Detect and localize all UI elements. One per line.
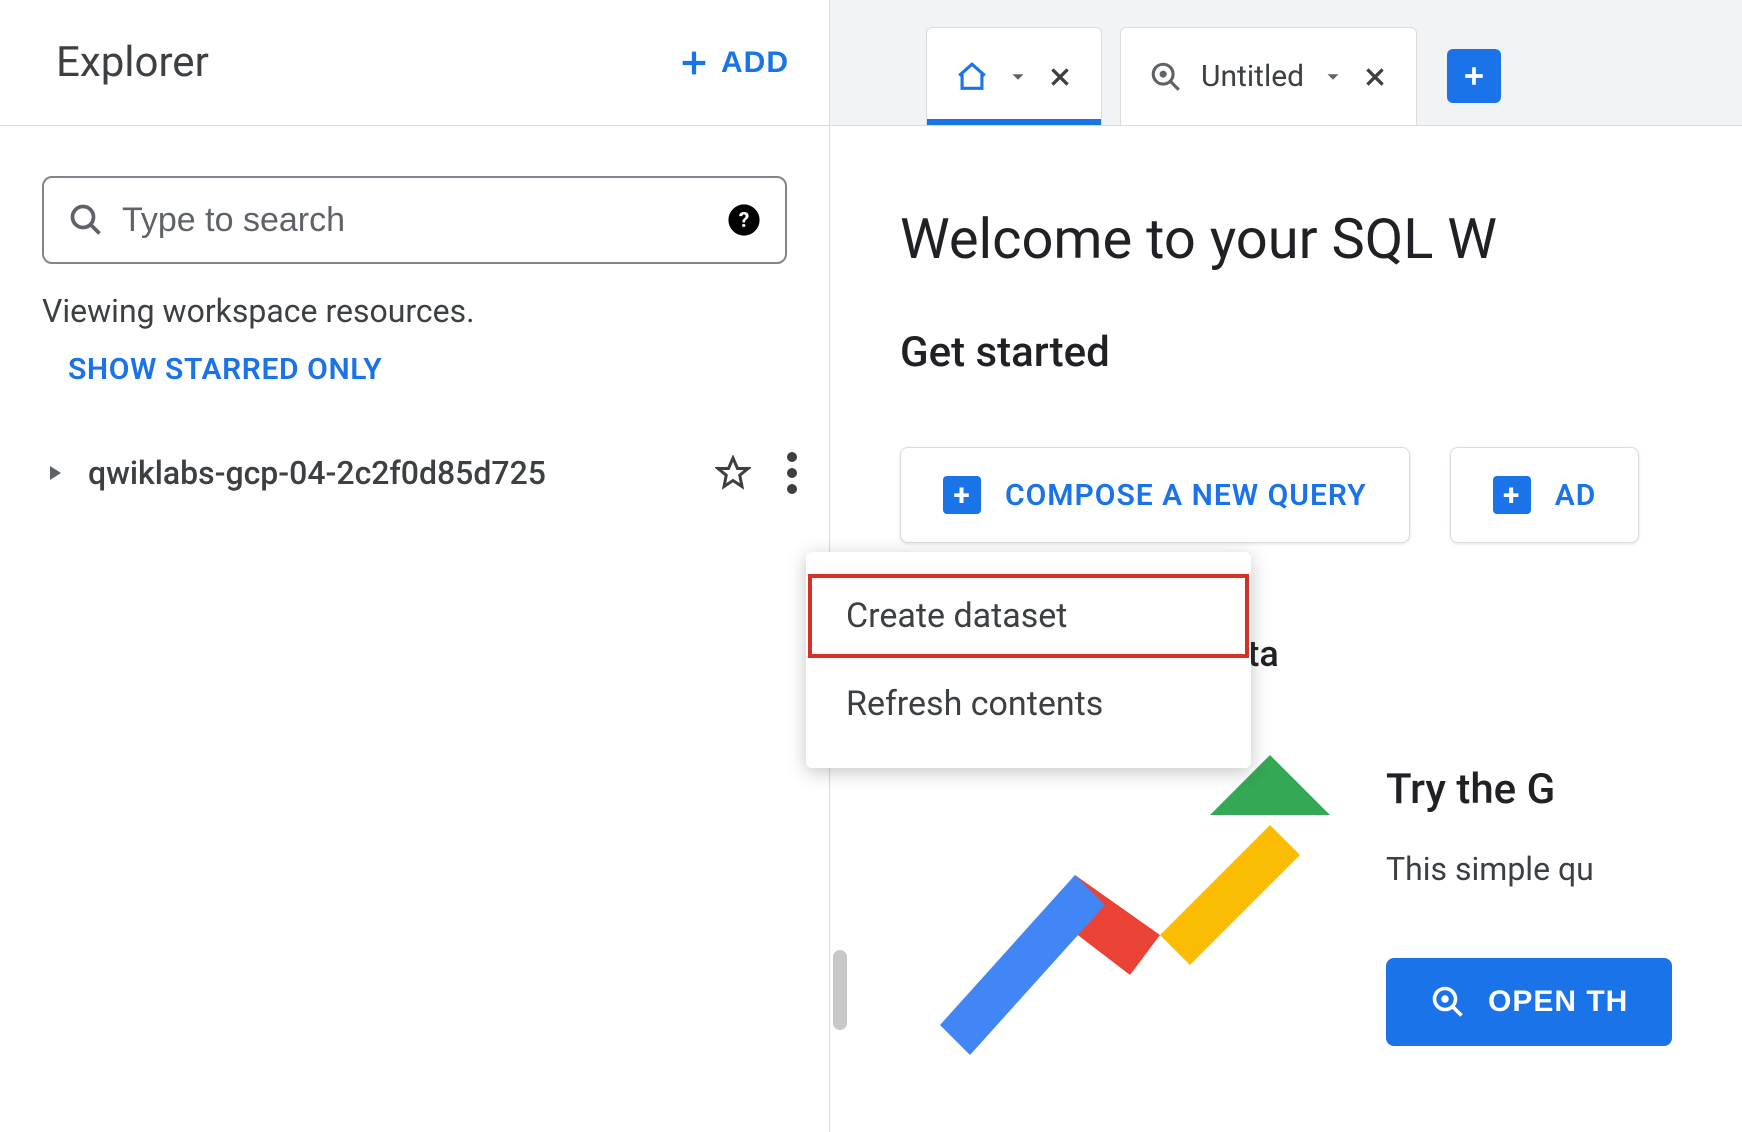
show-starred-only-button[interactable]: SHOW STARRED ONLY bbox=[0, 330, 829, 387]
project-id-label: qwiklabs-gcp-04-2c2f0d85d725 bbox=[88, 454, 693, 492]
magnifier-icon bbox=[68, 202, 104, 238]
caret-right-icon[interactable] bbox=[42, 461, 66, 485]
explorer-header: Explorer ADD bbox=[0, 0, 829, 126]
add-button[interactable]: ADD bbox=[677, 46, 789, 80]
get-started-heading: Get started bbox=[900, 328, 1742, 377]
open-query-button[interactable]: OPEN TH bbox=[1386, 958, 1672, 1046]
chevron-down-icon[interactable] bbox=[1322, 66, 1344, 88]
viewing-resources-label: Viewing workspace resources. bbox=[0, 278, 829, 330]
search-box[interactable]: ? bbox=[42, 176, 787, 264]
add-data-label: AD bbox=[1555, 478, 1597, 513]
add-button-label: ADD bbox=[721, 46, 789, 80]
context-menu-create-dataset[interactable]: Create dataset bbox=[806, 572, 1251, 660]
help-circle-icon[interactable]: ? bbox=[727, 203, 761, 237]
action-row: + COMPOSE A NEW QUERY + AD bbox=[900, 447, 1742, 543]
resource-tree: qwiklabs-gcp-04-2c2f0d85d725 bbox=[0, 387, 829, 505]
search-input[interactable] bbox=[122, 201, 709, 240]
try-block: Try the G This simple qu OPEN TH bbox=[900, 745, 1742, 1085]
try-title: Try the G bbox=[1386, 765, 1672, 814]
tab-untitled-label: Untitled bbox=[1201, 59, 1304, 94]
query-magnifier-icon bbox=[1149, 60, 1183, 94]
explorer-title: Explorer bbox=[56, 38, 209, 87]
welcome-heading: Welcome to your SQL W bbox=[900, 206, 1742, 272]
new-tab-button[interactable] bbox=[1447, 49, 1501, 103]
try-right: Try the G This simple qu OPEN TH bbox=[1386, 745, 1672, 1046]
chevron-down-icon[interactable] bbox=[1007, 66, 1029, 88]
trends-chart-icon bbox=[900, 745, 1330, 1085]
compose-query-button[interactable]: + COMPOSE A NEW QUERY bbox=[900, 447, 1410, 543]
close-icon[interactable] bbox=[1047, 64, 1073, 90]
try-description: This simple qu bbox=[1386, 850, 1672, 888]
plus-box-icon: + bbox=[943, 476, 981, 514]
plus-box-icon: + bbox=[1493, 476, 1531, 514]
query-search-icon bbox=[1430, 984, 1466, 1020]
tab-bar: Untitled bbox=[830, 0, 1742, 126]
explorer-sidebar: Explorer ADD ? Viewing workspace resourc… bbox=[0, 0, 830, 1132]
tab-untitled[interactable]: Untitled bbox=[1120, 27, 1417, 125]
project-context-menu: Create dataset Refresh contents bbox=[806, 552, 1251, 768]
plus-icon bbox=[677, 46, 711, 80]
home-outline-icon bbox=[955, 60, 989, 94]
add-data-button[interactable]: + AD bbox=[1450, 447, 1640, 543]
kebab-menu-icon[interactable] bbox=[787, 452, 799, 494]
star-outline-icon[interactable] bbox=[715, 455, 751, 491]
close-icon[interactable] bbox=[1362, 64, 1388, 90]
project-row[interactable]: qwiklabs-gcp-04-2c2f0d85d725 bbox=[42, 441, 829, 505]
plus-box-icon bbox=[1459, 61, 1489, 91]
compose-query-label: COMPOSE A NEW QUERY bbox=[1005, 478, 1367, 513]
context-menu-refresh-contents[interactable]: Refresh contents bbox=[806, 660, 1251, 748]
svg-text:?: ? bbox=[739, 208, 750, 233]
open-button-label: OPEN TH bbox=[1488, 985, 1628, 1019]
tab-home[interactable] bbox=[926, 27, 1102, 125]
search-wrap: ? bbox=[0, 126, 829, 278]
